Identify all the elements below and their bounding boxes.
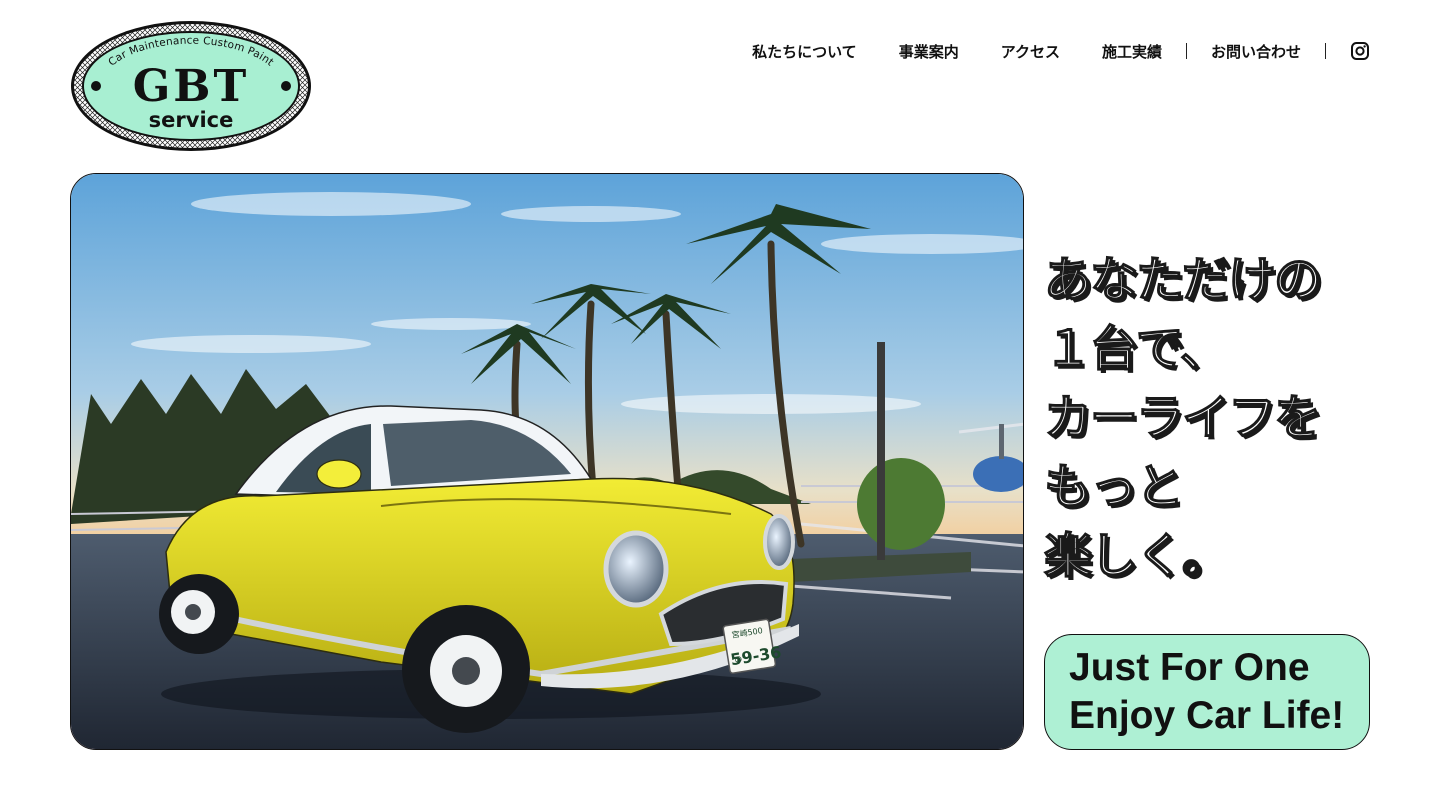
- nav-services[interactable]: 事業案内: [899, 41, 959, 62]
- nav-about[interactable]: 私たちについて: [752, 41, 857, 62]
- hero-catchcopy: あなただけの １台で、 カーライフを もっと 楽しく。: [1043, 246, 1404, 591]
- logo-sub-text: service: [149, 108, 234, 132]
- catch-line-5: 楽しく。: [1043, 527, 1230, 584]
- nav-access[interactable]: アクセス: [1001, 41, 1060, 62]
- catch-line-1: あなただけの: [1043, 251, 1322, 308]
- slogan-line-2: Enjoy Car Life!: [1069, 694, 1345, 737]
- hero-image: 宮崎500 の 59-36: [70, 173, 1024, 750]
- logo-dot-right: [281, 81, 291, 91]
- slogan-line-1: Just For One: [1069, 646, 1310, 689]
- nav-works[interactable]: 施工実績: [1102, 41, 1162, 62]
- site-logo[interactable]: Car Maintenance Custom Paint GBT service: [70, 20, 312, 152]
- logo-dot-left: [91, 81, 101, 91]
- global-nav: 私たちについて 事業案内 アクセス 施工実績 お問い合わせ: [752, 40, 1370, 62]
- instagram-icon[interactable]: [1350, 41, 1370, 61]
- catch-line-3: カーライフを: [1043, 389, 1322, 446]
- nav-divider: [1325, 43, 1326, 59]
- catch-line-4: もっと: [1043, 458, 1184, 515]
- catch-line-2: １台で、: [1043, 320, 1228, 377]
- slogan-banner: Just For One Enjoy Car Life!: [1044, 634, 1370, 750]
- nav-contact[interactable]: お問い合わせ: [1211, 41, 1301, 62]
- logo-main-text: GBT: [133, 61, 250, 112]
- nav-divider: [1185, 43, 1187, 59]
